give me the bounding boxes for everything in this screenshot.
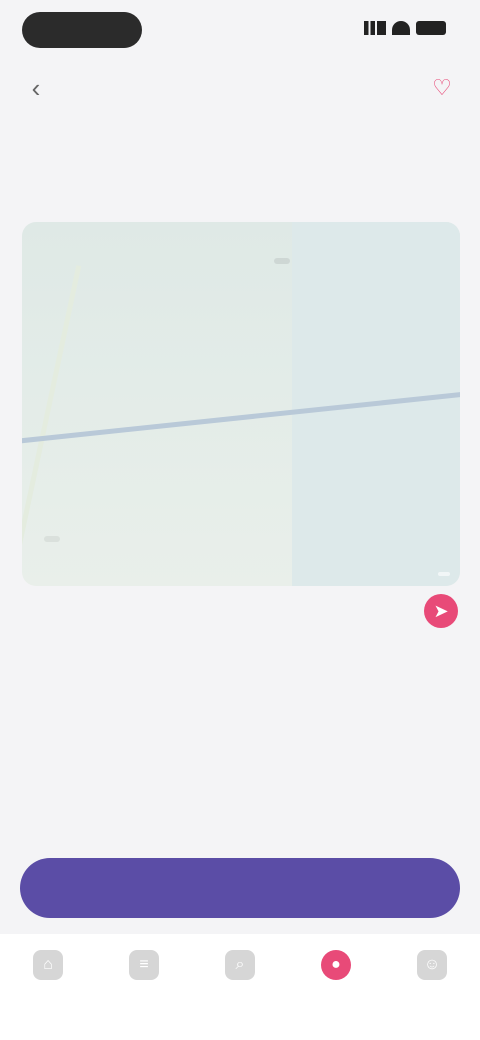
nav-item-location[interactable]: ● [288, 934, 384, 1040]
battery-icon [416, 21, 446, 35]
search-icon: ⌕ [225, 950, 255, 980]
heart-icon[interactable]: ♡ [428, 74, 456, 102]
status-bar [0, 0, 480, 60]
bottom-nav: ⌂ ≡ ⌕ ● ☺ [0, 934, 480, 1040]
map-label [274, 258, 290, 264]
header: ‹ ♡ [0, 60, 480, 116]
nav-item-search[interactable]: ⌕ [192, 934, 288, 1040]
map-label [44, 536, 60, 542]
status-time [22, 12, 142, 48]
list-icon: ≡ [129, 950, 159, 980]
nav-item-home[interactable]: ⌂ [0, 934, 96, 1040]
profile-icon: ☺ [417, 950, 447, 980]
map-credit [438, 572, 450, 576]
chevron-left-icon[interactable]: ‹ [22, 74, 50, 102]
navigation-icon[interactable]: ➤ [424, 594, 458, 628]
nav-item-profile[interactable]: ☺ [384, 934, 480, 1040]
nav-item-list[interactable]: ≡ [96, 934, 192, 1040]
location-pin-icon: ● [321, 950, 351, 980]
home-icon: ⌂ [33, 950, 63, 980]
primary-action-button[interactable] [20, 858, 460, 918]
status-icons [364, 18, 446, 38]
signal-icon [364, 21, 386, 35]
tab-bar [0, 120, 480, 170]
map-view[interactable] [22, 222, 460, 586]
wifi-icon [392, 21, 410, 35]
